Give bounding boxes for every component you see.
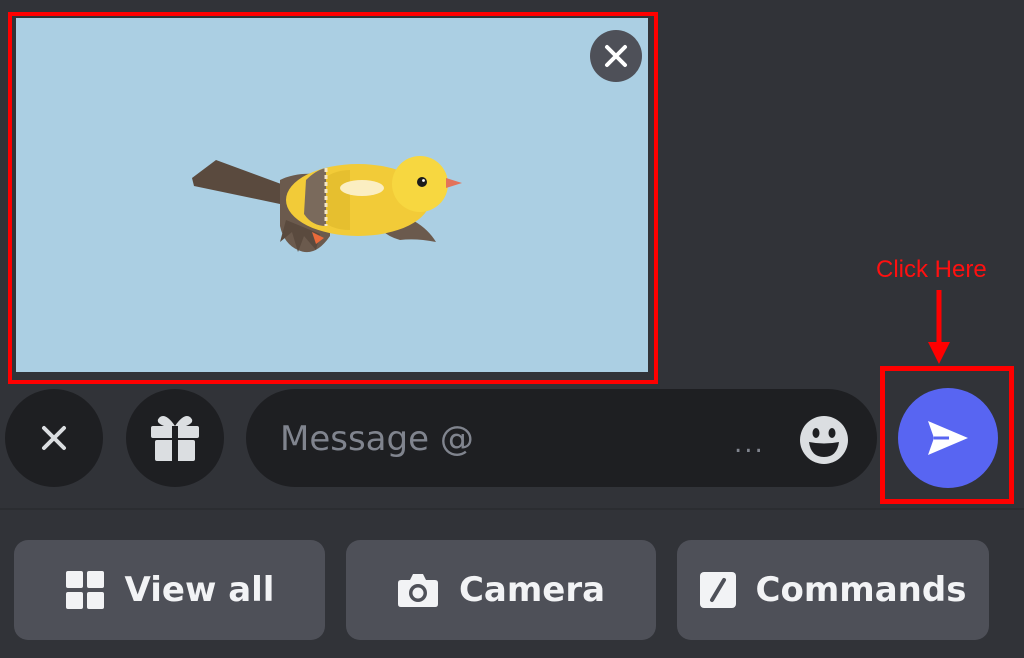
remove-attachment-button[interactable] <box>590 30 642 82</box>
send-icon <box>928 421 968 455</box>
arrow-down-icon <box>928 290 950 364</box>
grid-icon <box>65 571 104 609</box>
camera-button[interactable]: Camera <box>346 540 656 640</box>
message-input[interactable] <box>278 389 712 489</box>
close-button[interactable] <box>5 389 103 487</box>
message-box: ... <box>246 389 877 489</box>
divider <box>0 508 1024 510</box>
bird-image <box>192 156 462 253</box>
gift-button[interactable] <box>126 389 224 487</box>
camera-label: Camera <box>458 570 606 610</box>
view-all-label: View all <box>124 570 275 610</box>
more-options[interactable]: ... <box>734 429 765 459</box>
camera-icon <box>397 574 438 607</box>
commands-button[interactable]: Commands <box>677 540 989 640</box>
view-all-button[interactable]: View all <box>14 540 325 640</box>
emoji-icon[interactable] <box>798 414 850 466</box>
commands-label: Commands <box>755 570 967 610</box>
slash-command-icon <box>699 572 736 608</box>
gift-icon <box>151 416 199 461</box>
send-button[interactable] <box>898 388 998 488</box>
annotation-label: Click Here <box>876 256 987 283</box>
close-icon <box>42 426 66 450</box>
close-icon <box>605 45 627 67</box>
